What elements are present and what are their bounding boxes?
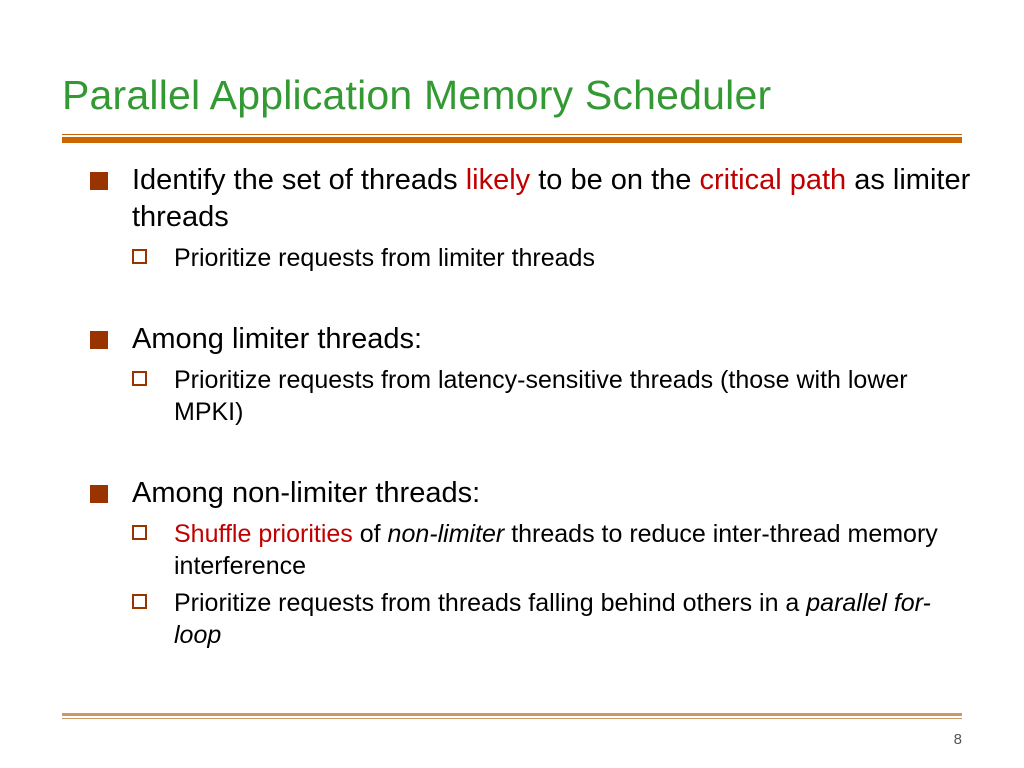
slide-content: Identify the set of threads likely to be… — [90, 162, 972, 654]
text-emphasis: Shuffle priorities — [174, 520, 353, 548]
bullet-2-text: Among limiter threads: — [132, 321, 972, 358]
title-rule — [62, 134, 962, 144]
bullet-1-text: Identify the set of threads likely to be… — [132, 162, 972, 236]
square-bullet-icon — [90, 331, 108, 349]
text-fragment: Identify the set of threads — [132, 164, 466, 196]
text-fragment: of — [353, 520, 388, 548]
text-italic: non-limiter — [388, 520, 505, 548]
bullet-3-sub-1: Shuffle priorities of non-limiter thread… — [132, 518, 972, 583]
text-emphasis: likely — [466, 164, 530, 196]
text-fragment: to be on the — [530, 164, 699, 196]
bullet-1: Identify the set of threads likely to be… — [90, 162, 972, 236]
slide-title: Parallel Application Memory Scheduler — [62, 72, 984, 119]
bullet-1-sub-1: Prioritize requests from limiter threads — [132, 242, 972, 275]
square-outline-icon — [132, 371, 147, 386]
page-number: 8 — [954, 731, 962, 748]
sub-bullet-text: Prioritize requests from limiter threads — [174, 244, 595, 272]
square-bullet-icon — [90, 172, 108, 190]
sub-bullet-text: Prioritize requests from latency-sensiti… — [174, 366, 908, 427]
bullet-3-sub-2: Prioritize requests from threads falling… — [132, 587, 972, 652]
bullet-3-text: Among non-limiter threads: — [132, 475, 972, 512]
bullet-2-sub-1: Prioritize requests from latency-sensiti… — [132, 364, 972, 429]
sub-bullet-text: Shuffle priorities of non-limiter thread… — [174, 520, 938, 581]
bullet-2: Among limiter threads: — [90, 321, 972, 358]
square-bullet-icon — [90, 485, 108, 503]
text-emphasis: critical path — [699, 164, 846, 196]
square-outline-icon — [132, 525, 147, 540]
footer-rule — [62, 713, 962, 720]
bullet-3: Among non-limiter threads: — [90, 475, 972, 512]
text-fragment: Prioritize requests from threads falling… — [174, 589, 806, 617]
sub-bullet-text: Prioritize requests from threads falling… — [174, 589, 931, 650]
slide: Parallel Application Memory Scheduler Id… — [0, 0, 1024, 768]
square-outline-icon — [132, 594, 147, 609]
square-outline-icon — [132, 249, 147, 264]
